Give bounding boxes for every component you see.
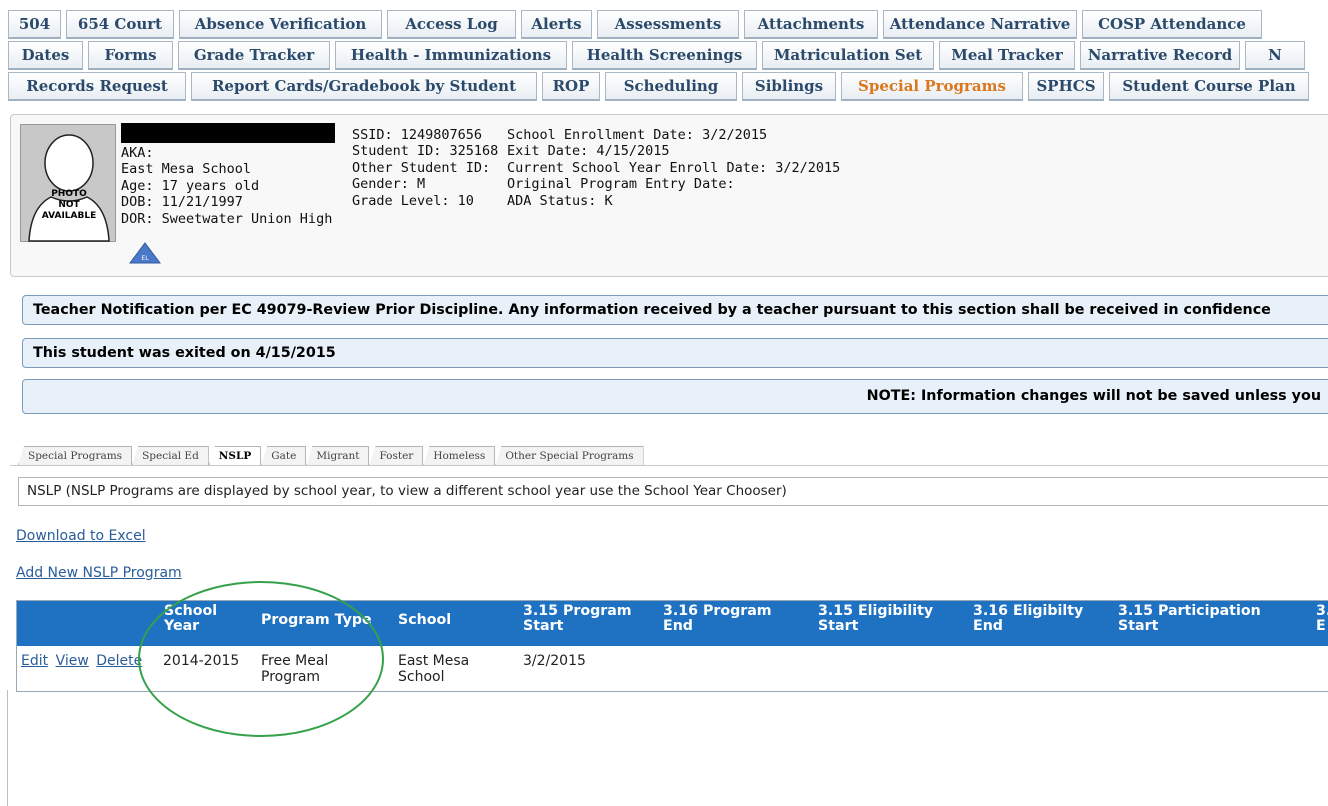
student-age: Age: 17 years old <box>121 177 260 194</box>
student-id: Student ID: 325168 <box>352 143 499 160</box>
photo-text-line-2: NOT <box>58 200 80 210</box>
student-info-column-1: AKA: East Mesa School Age: 17 years old DOB… <box>121 145 332 227</box>
school-enrollment-date: School Enrollment Date: 3/2/2015 <box>507 127 768 143</box>
cell-program-start: 3/2/2015 <box>523 653 586 669</box>
student-info-column-2: SSID: 1249807656 Student ID: 325168 Other … <box>352 127 498 209</box>
tab-rop[interactable]: ROP <box>542 72 600 101</box>
photo-text-line-3: AVAILABLE <box>42 211 96 221</box>
tab-dates[interactable]: Dates <box>8 41 83 70</box>
tab-health-screenings[interactable]: Health Screenings <box>572 41 757 70</box>
other-student-id: Other Student ID: <box>352 159 491 176</box>
header-school-year[interactable]: School Year <box>164 604 217 634</box>
tab-row-2: Dates Forms Grade Tracker Health - Immun… <box>8 41 1328 72</box>
subtab-foster[interactable]: Foster <box>369 446 424 465</box>
tab-attachments[interactable]: Attachments <box>744 10 878 39</box>
tab-records-request[interactable]: Records Request <box>8 72 186 101</box>
view-link[interactable]: View <box>56 653 89 669</box>
tab-attendance-narrative[interactable]: Attendance Narrative <box>883 10 1077 39</box>
add-new-nslp-program-link[interactable]: Add New NSLP Program <box>16 565 182 581</box>
tab-absence-verification[interactable]: Absence Verification <box>179 10 382 39</box>
tab-grade-tracker[interactable]: Grade Tracker <box>178 41 330 70</box>
tab-654-court[interactable]: 654 Court <box>66 10 174 39</box>
tab-n[interactable]: N <box>1245 41 1305 70</box>
subtab-special-ed[interactable]: Special Ed <box>132 446 209 465</box>
subtab-other-special-programs[interactable]: Other Special Programs <box>495 446 644 465</box>
tab-access-log[interactable]: Access Log <box>387 10 516 39</box>
tab-report-cards-gradebook[interactable]: Report Cards/Gradebook by Student <box>191 72 537 101</box>
header-participation-start[interactable]: 3.15 Participation Start <box>1118 604 1261 634</box>
cell-school: East Mesa School <box>398 653 470 685</box>
subtab-baseline <box>10 465 1328 466</box>
subtab-homeless[interactable]: Homeless <box>423 446 496 465</box>
nslp-programs-table: School Year Program Type School 3.15 Prog… <box>16 600 1328 692</box>
tab-504[interactable]: 504 <box>8 10 61 39</box>
top-tab-bar: 504 654 Court Absence Verification Acces… <box>8 10 1328 104</box>
ada-status: ADA Status: K <box>507 192 613 209</box>
tab-alerts[interactable]: Alerts <box>521 10 592 39</box>
nslp-description: NSLP (NSLP Programs are displayed by sch… <box>18 477 1328 506</box>
el-badge: EL <box>129 242 161 268</box>
cell-school-year: 2014-2015 <box>163 653 240 669</box>
tab-meal-tracker[interactable]: Meal Tracker <box>939 41 1075 70</box>
tab-row-3: Records Request Report Cards/Gradebook b… <box>8 72 1328 103</box>
tab-matriculation-set[interactable]: Matriculation Set <box>762 41 934 70</box>
teacher-notification-banner: Teacher Notification per EC 49079-Review… <box>22 295 1328 325</box>
tab-special-programs[interactable]: Special Programs <box>841 72 1023 101</box>
header-program-type[interactable]: Program Type <box>261 613 372 628</box>
grade-level: Grade Level: 10 <box>352 192 474 209</box>
tab-cosp-attendance[interactable]: COSP Attendance <box>1082 10 1262 39</box>
student-photo-placeholder: PHOTO NOT AVAILABLE <box>20 124 116 242</box>
original-program-entry-date: Original Program Entry Date: <box>507 176 735 193</box>
header-eligibility-end[interactable]: 3.16 Eligibilty End <box>973 604 1083 634</box>
svg-text:EL: EL <box>141 255 149 262</box>
tab-sphcs[interactable]: SPHCS <box>1028 72 1104 101</box>
school-name: East Mesa School <box>121 161 252 178</box>
tab-row-1: 504 654 Court Absence Verification Acces… <box>8 10 1328 41</box>
edit-link[interactable]: Edit <box>21 653 48 669</box>
row-actions: Edit View Delete <box>21 653 142 669</box>
tab-narrative-record[interactable]: Narrative Record <box>1080 41 1240 70</box>
student-dor: DOR: Sweetwater Union High <box>121 210 333 227</box>
header-program-end[interactable]: 3.16 Program End <box>663 604 772 634</box>
tab-forms[interactable]: Forms <box>88 41 173 70</box>
header-participation-end[interactable]: 3.E <box>1316 604 1328 634</box>
current-year-enroll-date: Current School Year Enroll Date: 3/2/201… <box>507 159 841 176</box>
header-program-start[interactable]: 3.15 Program Start <box>523 604 632 634</box>
student-dob: DOB: 11/21/1997 <box>121 194 243 211</box>
exit-date: Exit Date: 4/15/2015 <box>507 143 670 160</box>
el-triangle-icon: EL <box>129 242 161 264</box>
download-to-excel-link[interactable]: Download to Excel <box>16 528 146 544</box>
save-note-text: NOTE: Information changes will not be sa… <box>866 388 1321 404</box>
tab-health-immunizations[interactable]: Health - Immunizations <box>335 41 567 70</box>
tab-student-course-plan[interactable]: Student Course Plan <box>1109 72 1309 101</box>
person-silhouette-icon: PHOTO NOT AVAILABLE <box>28 134 110 242</box>
student-info-column-3: School Enrollment Date: 3/2/2015 Exit Dat… <box>507 127 840 209</box>
special-programs-subtabs: Special Programs Special Ed NSLP Gate Mi… <box>18 446 644 466</box>
gender: Gender: M <box>352 176 426 193</box>
cell-program-type: Free Meal Program <box>261 653 329 685</box>
redacted-student-name <box>121 123 335 143</box>
tab-siblings[interactable]: Siblings <box>742 72 836 101</box>
subtab-special-programs[interactable]: Special Programs <box>18 446 133 465</box>
subtab-nslp[interactable]: NSLP <box>208 446 262 465</box>
header-eligibility-start[interactable]: 3.15 Eligibility Start <box>818 604 933 634</box>
ssid: SSID: 1249807656 <box>352 127 483 143</box>
exited-student-banner: This student was exited on 4/15/2015 <box>22 338 1328 368</box>
save-note-banner: NOTE: Information changes will not be sa… <box>22 379 1328 414</box>
subtab-migrant[interactable]: Migrant <box>306 446 370 465</box>
subtab-gate[interactable]: Gate <box>261 446 307 465</box>
tab-scheduling[interactable]: Scheduling <box>605 72 737 101</box>
photo-text-line-1: PHOTO <box>51 189 87 199</box>
tab-assessments[interactable]: Assessments <box>597 10 739 39</box>
delete-link[interactable]: Delete <box>96 653 142 669</box>
content-left-border <box>7 690 8 806</box>
header-school[interactable]: School <box>398 613 451 628</box>
aka-label: AKA: <box>121 145 154 161</box>
